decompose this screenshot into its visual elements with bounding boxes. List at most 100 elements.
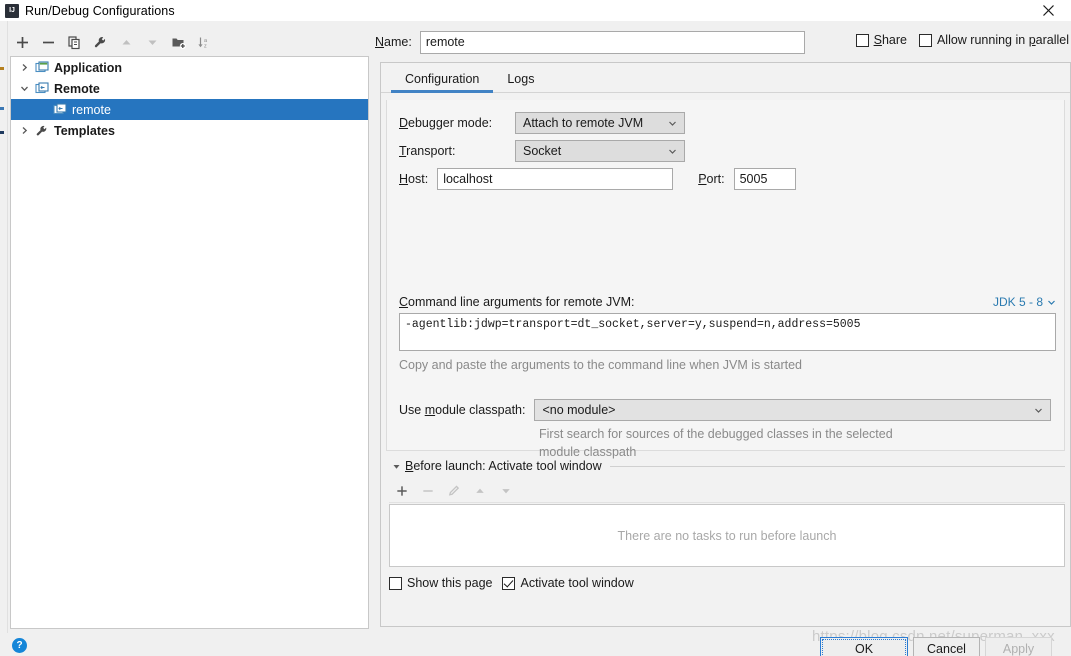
host-port-row: Host: Port: xyxy=(399,168,796,190)
before-launch-title: Before launch: Activate tool window xyxy=(405,459,602,473)
tree-item-application[interactable]: Application xyxy=(11,57,368,78)
chevron-right-icon[interactable] xyxy=(15,120,33,141)
debugger-mode-value: Attach to remote JVM xyxy=(523,116,644,130)
command-line-args-label: Command line arguments for remote JVM: xyxy=(399,295,635,309)
window-titlebar: Run/Debug Configurations xyxy=(0,0,1071,21)
module-classpath-row: Use module classpath: <no module> xyxy=(399,399,1052,421)
left-edge-strip xyxy=(0,21,8,633)
host-input[interactable] xyxy=(437,168,674,190)
share-checkbox[interactable]: Share xyxy=(855,33,907,47)
remote-config-icon xyxy=(51,99,69,120)
activate-tool-window-checkbox-box[interactable] xyxy=(502,576,516,590)
before-launch-empty-message: There are no tasks to run before launch xyxy=(617,528,837,543)
chevron-down-icon[interactable] xyxy=(664,147,680,156)
before-launch-header[interactable]: Before launch: Activate tool window xyxy=(389,456,1065,476)
move-down-button[interactable] xyxy=(139,30,165,54)
window-title: Run/Debug Configurations xyxy=(25,3,175,18)
edit-task-button[interactable] xyxy=(441,479,467,503)
edit-templates-button[interactable] xyxy=(87,30,113,54)
show-this-page-label: Show this page xyxy=(407,576,493,590)
show-this-page-checkbox[interactable]: Show this page xyxy=(389,576,492,590)
module-classpath-select[interactable]: <no module> xyxy=(534,399,1052,421)
tree-item-label: remote xyxy=(72,102,111,117)
module-classpath-value: <no module> xyxy=(542,403,616,417)
header-checkboxes: Share Allow running in parallel xyxy=(855,33,1069,47)
chevron-right-icon[interactable] xyxy=(15,57,33,78)
application-icon xyxy=(33,57,51,78)
add-task-button[interactable] xyxy=(389,479,415,503)
transport-label: Transport: xyxy=(399,144,456,158)
name-label: Name: xyxy=(375,35,412,49)
chevron-down-icon[interactable] xyxy=(1030,406,1046,415)
ok-button[interactable]: OK xyxy=(820,637,908,656)
jdk-version-label: JDK 5 - 8 xyxy=(992,295,1043,309)
port-label: Port: xyxy=(698,172,725,186)
tree-indent-spacer-2 xyxy=(33,99,51,120)
allow-parallel-checkbox-box[interactable] xyxy=(918,33,932,47)
name-input[interactable] xyxy=(419,30,805,54)
host-label: Host: xyxy=(399,172,429,186)
debugger-mode-label: Debugger mode: xyxy=(399,116,493,130)
header-divider xyxy=(609,465,1065,467)
tab-logs[interactable]: Logs xyxy=(493,72,548,92)
apply-button[interactable]: Apply xyxy=(985,637,1052,656)
configurations-tree[interactable]: Application Remote remote Templates xyxy=(10,56,369,629)
command-line-args-textarea[interactable]: -agentlib:jdwp=transport=dt_socket,serve… xyxy=(399,313,1056,351)
svg-text:z: z xyxy=(204,43,207,49)
transport-row: Transport: Socket xyxy=(399,140,685,162)
tree-item-remote-group[interactable]: Remote xyxy=(11,78,368,99)
tree-item-label: Remote xyxy=(54,81,100,96)
tree-item-remote-config[interactable]: remote xyxy=(11,99,368,120)
tree-item-templates[interactable]: Templates xyxy=(11,120,368,141)
jdk-version-selector[interactable]: JDK 5 - 8 xyxy=(993,295,1056,309)
tree-item-label: Templates xyxy=(54,123,115,138)
allow-parallel-checkbox-label: Allow running in parallel xyxy=(936,33,1069,47)
debugger-mode-select[interactable]: Attach to remote JVM xyxy=(515,112,685,134)
chevron-down-icon[interactable] xyxy=(664,119,680,128)
add-configuration-button[interactable] xyxy=(9,30,35,54)
configurations-toolbar: a z xyxy=(9,29,369,55)
allow-parallel-checkbox[interactable]: Allow running in parallel xyxy=(918,33,1069,47)
move-task-down-button[interactable] xyxy=(493,479,519,503)
module-classpath-label: Use module classpath: xyxy=(399,403,526,417)
activate-tool-window-label: Activate tool window xyxy=(520,576,634,590)
chevron-down-icon[interactable] xyxy=(15,78,33,99)
create-folder-button[interactable] xyxy=(165,30,191,54)
remove-configuration-button[interactable] xyxy=(35,30,61,54)
close-icon[interactable] xyxy=(1026,0,1071,21)
module-classpath-hint-line1: First search for sources of the debugged… xyxy=(539,427,893,441)
triangle-down-icon[interactable] xyxy=(389,462,403,471)
share-checkbox-box[interactable] xyxy=(855,33,869,47)
debugger-mode-row: Debugger mode: Attach to remote JVM xyxy=(399,112,685,134)
transport-select[interactable]: Socket xyxy=(515,140,685,162)
before-launch-toolbar xyxy=(389,479,1065,503)
cancel-button[interactable]: Cancel xyxy=(913,637,980,656)
command-line-args-header: Command line arguments for remote JVM: J… xyxy=(399,295,1056,309)
before-launch-options: Show this page Activate tool window xyxy=(389,576,634,590)
activate-tool-window-checkbox[interactable]: Activate tool window xyxy=(502,576,634,590)
chevron-down-icon xyxy=(1048,300,1055,305)
configuration-editor-panel: Name: Share Allow running in parallel Co… xyxy=(375,21,1071,633)
dialog-footer xyxy=(0,633,1071,656)
remove-task-button[interactable] xyxy=(415,479,441,503)
copy-configuration-button[interactable] xyxy=(61,30,87,54)
help-icon[interactable]: ? xyxy=(12,638,27,653)
port-input[interactable] xyxy=(733,168,796,190)
share-checkbox-label: Share xyxy=(873,33,907,47)
tab-configuration[interactable]: Configuration xyxy=(391,72,494,93)
transport-value: Socket xyxy=(523,144,562,158)
tabstrip: Configuration Logs xyxy=(381,63,1070,93)
configuration-tabpane: Configuration Logs Debugger mode: Attach… xyxy=(380,62,1071,627)
tree-indent-spacer xyxy=(15,99,33,120)
intellij-idea-icon xyxy=(5,3,19,18)
remote-icon xyxy=(33,78,51,99)
command-line-args-hint: Copy and paste the arguments to the comm… xyxy=(399,358,802,372)
configuration-tab-content: Debugger mode: Attach to remote JVM Tran… xyxy=(386,100,1065,459)
show-this-page-checkbox-box[interactable] xyxy=(389,576,402,590)
before-launch-task-list[interactable]: There are no tasks to run before launch xyxy=(389,504,1065,567)
sort-configurations-button[interactable]: a z xyxy=(191,30,217,54)
move-up-button[interactable] xyxy=(113,30,139,54)
tree-item-label: Application xyxy=(54,60,123,75)
move-task-up-button[interactable] xyxy=(467,479,493,503)
run-debug-configurations-dialog: Run/Debug Configurations xyxy=(0,0,1071,656)
